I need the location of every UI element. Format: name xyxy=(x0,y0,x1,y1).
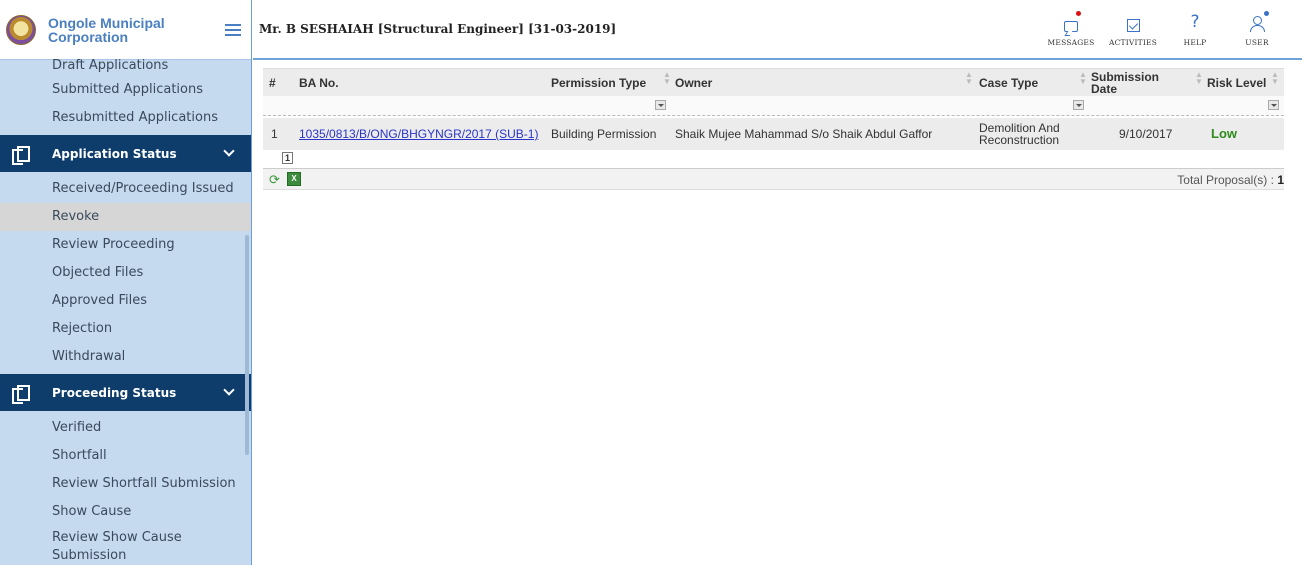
column-header-owner[interactable]: Owner xyxy=(675,69,712,97)
sort-icon[interactable]: ▲ ▼ xyxy=(1079,71,1087,86)
filter-dropdown-permission-type[interactable] xyxy=(655,100,666,110)
sidebar-item-revoke[interactable]: Revoke xyxy=(0,203,251,231)
chevron-down-icon xyxy=(223,384,235,396)
sidebar-item-show-cause[interactable]: Show Cause xyxy=(0,498,251,526)
messages-label: MESSAGES xyxy=(1047,38,1095,47)
section-title: Application Status xyxy=(52,146,177,161)
total-proposals: Total Proposal(s) : 1 xyxy=(1177,173,1284,187)
message-icon xyxy=(1064,21,1078,32)
sidebar-menu: Draft Applications Submitted Application… xyxy=(0,56,251,132)
sidebar: Ongole Municipal Corporation Draft Appli… xyxy=(0,0,252,565)
application-status-menu: Received/Proceeding Issued Revoke Review… xyxy=(0,175,251,371)
ba-no-link[interactable]: 1035/0813/B/ONG/BHGYNGR/2017 (SUB-1) xyxy=(299,128,538,140)
copy-icon xyxy=(12,145,30,165)
top-actions: MESSAGES ACTIVITIES ? HELP USER xyxy=(1040,10,1288,47)
sidebar-item-draft-applications[interactable]: Draft Applications xyxy=(0,56,251,76)
sidebar-item-shortfall[interactable]: Shortfall xyxy=(0,442,251,470)
sidebar-item-rejection[interactable]: Rejection xyxy=(0,315,251,343)
grid-footer: ⟳ X Total Proposal(s) : 1 xyxy=(263,168,1284,190)
sort-icon[interactable]: ▲ ▼ xyxy=(1271,71,1279,86)
table-row[interactable]: 1 1035/0813/B/ONG/BHGYNGR/2017 (SUB-1) B… xyxy=(263,118,1284,150)
sidebar-item-objected-files[interactable]: Objected Files xyxy=(0,259,251,287)
sort-icon[interactable]: ▲ ▼ xyxy=(663,71,671,86)
section-proceeding-status[interactable]: Proceeding Status xyxy=(0,374,251,411)
sort-icon[interactable]: ▲ ▼ xyxy=(965,71,973,86)
user-icon xyxy=(1249,16,1265,32)
section-title: Proceeding Status xyxy=(52,385,177,400)
proposals-grid: # BA No. Permission Type ▲ ▼ Owner ▲ ▼ Cas… xyxy=(263,68,1284,190)
copy-icon xyxy=(12,384,30,404)
column-header-submission-date[interactable]: Submission Date xyxy=(1091,69,1181,97)
cell-owner: Shaik Mujee Mahammad S/o Shaik Abdul Gaf… xyxy=(675,127,933,141)
cell-case-type: Demolition And Reconstruction xyxy=(979,121,1060,147)
filter-dropdown-case-type[interactable] xyxy=(1073,100,1084,110)
messages-button[interactable]: MESSAGES xyxy=(1040,10,1102,47)
column-header-number: # xyxy=(269,76,276,90)
check-square-icon xyxy=(1126,19,1140,32)
proceeding-status-menu: Verified Shortfall Review Shortfall Subm… xyxy=(0,414,251,565)
brand-header: Ongole Municipal Corporation xyxy=(0,0,251,60)
sidebar-item-review-show-cause-submission[interactable]: Review Show Cause Submission xyxy=(0,526,240,565)
help-label: HELP xyxy=(1183,38,1207,47)
column-header-case-type[interactable]: Case Type xyxy=(979,69,1038,97)
activities-label: ACTIVITIES xyxy=(1108,38,1158,47)
user-label: USER xyxy=(1245,38,1269,47)
sidebar-item-resubmitted-applications[interactable]: Resubmitted Applications xyxy=(0,104,251,132)
total-label: Total Proposal(s) : xyxy=(1177,173,1274,187)
cell-risk-level: Low xyxy=(1211,126,1237,141)
pager: 1 xyxy=(263,150,1284,168)
app-root: Ongole Municipal Corporation Draft Appli… xyxy=(0,0,1302,565)
cell-permission-type: Building Permission xyxy=(551,127,657,141)
activities-button[interactable]: ACTIVITIES xyxy=(1102,10,1164,47)
sidebar-scrollbar[interactable] xyxy=(245,235,249,455)
sidebar-item-submitted-applications[interactable]: Submitted Applications xyxy=(0,76,251,104)
cell-submission-date: 9/10/2017 xyxy=(1119,127,1173,141)
cell-ba-no: 1035/0813/B/ONG/BHGYNGR/2017 (SUB-1) xyxy=(299,118,544,150)
column-header-permission-type[interactable]: Permission Type xyxy=(551,69,646,97)
corporation-logo xyxy=(6,14,36,45)
user-title: Mr. B SESHAIAH [Structural Engineer] [31… xyxy=(259,22,617,36)
column-header-ba-no[interactable]: BA No. xyxy=(299,69,339,97)
sort-icon[interactable]: ▲ ▼ xyxy=(1195,71,1203,86)
sidebar-item-received-proceeding-issued[interactable]: Received/Proceeding Issued xyxy=(0,175,251,203)
question-icon: ? xyxy=(1190,12,1200,32)
page-number-button[interactable]: 1 xyxy=(282,152,293,164)
cell-number: 1 xyxy=(271,127,278,141)
refresh-icon[interactable]: ⟳ xyxy=(269,172,280,188)
notification-dot xyxy=(1076,11,1081,16)
total-count: 1 xyxy=(1277,173,1284,187)
grid-filter-row xyxy=(263,96,1284,116)
sidebar-item-review-shortfall-submission[interactable]: Review Shortfall Submission xyxy=(0,470,251,498)
user-status-dot xyxy=(1264,11,1269,16)
sidebar-item-verified[interactable]: Verified xyxy=(0,414,251,442)
sidebar-item-approved-files[interactable]: Approved Files xyxy=(0,287,251,315)
help-button[interactable]: ? HELP xyxy=(1164,10,1226,47)
filter-dropdown-risk-level[interactable] xyxy=(1268,100,1279,110)
brand-name: Ongole Municipal Corporation xyxy=(48,14,165,45)
sidebar-item-review-proceeding[interactable]: Review Proceeding xyxy=(0,231,251,259)
grid-header-row: # BA No. Permission Type ▲ ▼ Owner ▲ ▼ Cas… xyxy=(263,68,1284,96)
excel-export-icon[interactable]: X xyxy=(287,172,301,186)
section-application-status[interactable]: Application Status xyxy=(0,135,251,172)
user-button[interactable]: USER xyxy=(1226,10,1288,47)
top-bar: Mr. B SESHAIAH [Structural Engineer] [31… xyxy=(253,0,1302,60)
hamburger-menu-icon[interactable] xyxy=(225,23,241,36)
sidebar-item-withdrawal[interactable]: Withdrawal xyxy=(0,343,251,371)
column-header-risk-level[interactable]: Risk Level xyxy=(1207,69,1267,97)
chevron-down-icon xyxy=(223,145,235,157)
